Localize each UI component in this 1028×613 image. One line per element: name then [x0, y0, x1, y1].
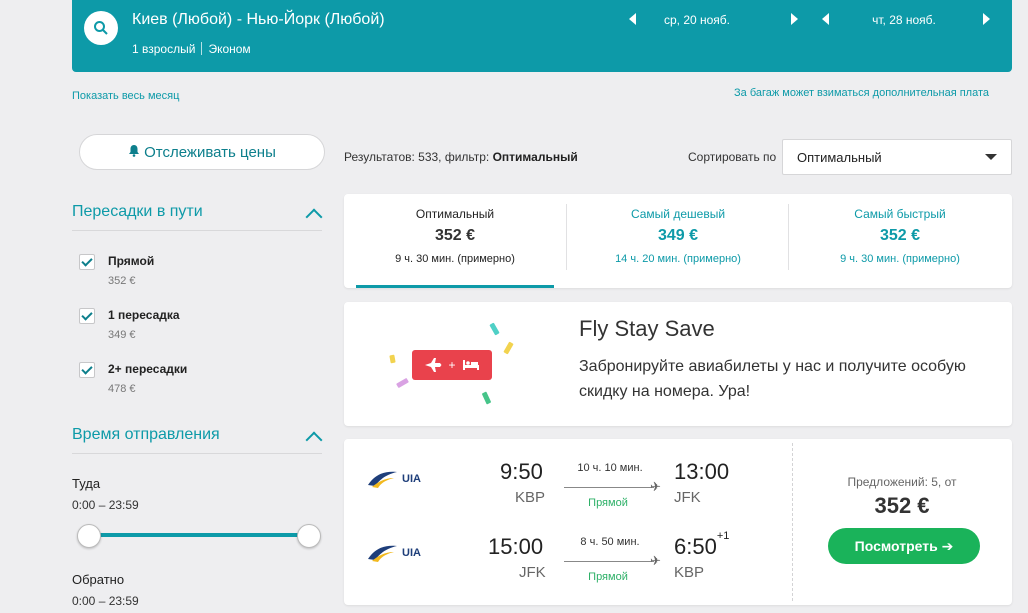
tab-cheapest[interactable]: Самый дешевый 349 € 14 ч. 20 мин. (приме…: [567, 194, 789, 288]
stops-one-checkbox[interactable]: [79, 308, 95, 324]
return-label: Обратно: [72, 572, 125, 587]
bell-icon: [128, 144, 140, 161]
stops-two-plus-price: 478 €: [108, 383, 136, 395]
cabin-label: Эконом: [208, 42, 251, 56]
departure-collapse-chevron-icon[interactable]: [305, 431, 323, 449]
sort-selected-value: Оптимальный: [797, 150, 882, 165]
outbound-time-range: 0:00 – 23:59: [72, 498, 139, 512]
arrival-time: 6:50+1: [674, 530, 729, 560]
plane-icon: ✈: [650, 553, 661, 568]
divider: [72, 453, 322, 454]
prev-return-date-arrow-icon[interactable]: [822, 13, 829, 25]
stops-two-plus-label: 2+ пересадки: [108, 362, 188, 376]
confetti: [503, 341, 514, 355]
results-count-label: Результатов: 533, фильтр:: [344, 150, 490, 164]
baggage-fee-link[interactable]: За багаж может взиматься дополнительная …: [734, 87, 989, 99]
confetti: [389, 354, 396, 364]
tab-price: 352 €: [879, 227, 921, 244]
stops-direct-price: 352 €: [108, 275, 136, 287]
tab-optimal[interactable]: Оптимальный 352 € 9 ч. 30 мин. (примерно…: [344, 194, 566, 288]
arrival-time-value: 13:00: [674, 459, 730, 484]
search-summary-bar[interactable]: Киев (Любой) - Нью-Йорк (Любой) 1 взросл…: [72, 0, 1012, 72]
departure-airport: JFK: [519, 564, 546, 581]
flight-hotel-ticket-icon: +: [412, 350, 492, 380]
airline-name: UIA: [402, 547, 421, 559]
outbound-slider-max-handle[interactable]: [297, 524, 321, 548]
return-date[interactable]: чт, 28 нояб.: [854, 13, 954, 27]
airline-name: UIA: [402, 473, 421, 485]
stops-two-plus-checkbox[interactable]: [79, 362, 95, 378]
plane-icon: ✈: [650, 479, 661, 494]
tab-title: Самый дешевый: [630, 207, 726, 221]
tab-duration: 9 ч. 30 мин. (примерно): [840, 253, 960, 265]
return-time-range: 0:00 – 23:59: [72, 594, 139, 608]
flight-line: [564, 487, 654, 488]
sort-tabs: Оптимальный 352 € 9 ч. 30 мин. (примерно…: [344, 194, 1012, 288]
tab-price: 349 €: [657, 227, 699, 244]
results-count: Результатов: 533, фильтр: Оптимальный: [344, 150, 578, 164]
departure-time: 9:50: [500, 459, 543, 484]
divider: [72, 230, 322, 231]
divider: [792, 443, 793, 601]
fly-stay-save-promo[interactable]: + Fly Stay Save Забронируйте авиабилеты …: [344, 302, 1012, 426]
flight-duration: 10 ч. 10 мин.: [577, 462, 643, 474]
departure-time: 15:00: [488, 534, 544, 559]
tab-title: Самый быстрый: [854, 207, 946, 221]
passenger-cabin-info[interactable]: 1 взрослый Эконом: [132, 42, 251, 56]
departure-time-section-title[interactable]: Время отправления: [72, 426, 220, 444]
stops-section-title[interactable]: Пересадки в пути: [72, 203, 203, 221]
track-prices-button[interactable]: Отслеживать цены: [79, 134, 325, 170]
stops-one-price: 349 €: [108, 329, 136, 341]
confetti: [481, 391, 492, 405]
arrival-airport: JFK: [674, 489, 701, 506]
stops-direct-label: Прямой: [108, 254, 155, 268]
confetti: [396, 377, 409, 389]
outbound-slider-min-handle[interactable]: [77, 524, 101, 548]
view-deal-button[interactable]: Посмотреть ➔: [828, 528, 980, 564]
next-depart-date-arrow-icon[interactable]: [791, 13, 798, 25]
tab-duration: 14 ч. 20 мин. (примерно): [615, 253, 741, 265]
tab-fastest[interactable]: Самый быстрый 352 € 9 ч. 30 мин. (пример…: [789, 194, 1011, 288]
arrival-time: 13:00: [674, 459, 729, 485]
tab-title: Оптимальный: [415, 207, 495, 221]
airline-logo: UIA: [366, 543, 421, 563]
promo-title: Fly Stay Save: [579, 316, 715, 341]
next-return-date-arrow-icon[interactable]: [983, 13, 990, 25]
offers-count: Предложений: 5, от: [847, 475, 957, 489]
confetti: [489, 322, 500, 336]
stops-info: Прямой: [588, 497, 628, 509]
flight-price: 352 €: [874, 493, 930, 518]
departure-airport: KBP: [515, 489, 546, 506]
tab-price: 352 €: [434, 227, 476, 244]
arrival-airport: KBP: [674, 564, 705, 581]
flight-duration: 8 ч. 50 мин.: [580, 536, 640, 548]
prev-depart-date-arrow-icon[interactable]: [629, 13, 636, 25]
flight-line: [564, 561, 654, 562]
outbound-label: Туда: [72, 476, 101, 491]
search-icon[interactable]: [84, 11, 118, 45]
stops-info: Прямой: [588, 571, 628, 583]
depart-date[interactable]: ср, 20 нояб.: [647, 13, 747, 27]
stops-one-label: 1 пересадка: [108, 308, 180, 322]
passengers-label: 1 взрослый: [132, 42, 196, 56]
promo-text: Забронируйте авиабилеты у нас и получите…: [579, 358, 966, 400]
stops-collapse-chevron-icon[interactable]: [305, 208, 323, 226]
sort-dropdown[interactable]: Оптимальный: [782, 139, 1012, 175]
arrival-time-value: 6:50: [674, 534, 717, 559]
airline-logo: UIA: [366, 469, 421, 489]
sort-label: Сортировать по: [688, 150, 777, 164]
route-title[interactable]: Киев (Любой) - Нью-Йорк (Любой): [132, 11, 385, 29]
separator: [201, 42, 203, 55]
outbound-time-slider[interactable]: [88, 533, 310, 537]
active-tab-indicator: [356, 285, 554, 288]
tab-duration: 9 ч. 30 мин. (примерно): [395, 253, 515, 265]
results-filter-value: Оптимальный: [492, 150, 578, 164]
stops-direct-checkbox[interactable]: [79, 254, 95, 270]
show-month-link[interactable]: Показать весь месяц: [72, 90, 179, 102]
day-offset: +1: [716, 530, 730, 542]
caret-down-icon: [985, 154, 997, 160]
flight-result-card[interactable]: UIA 9:50 KBP 10 ч. 10 мин. ✈ Прямой 13:0…: [344, 439, 1012, 605]
track-prices-label: Отслеживать цены: [144, 143, 276, 161]
